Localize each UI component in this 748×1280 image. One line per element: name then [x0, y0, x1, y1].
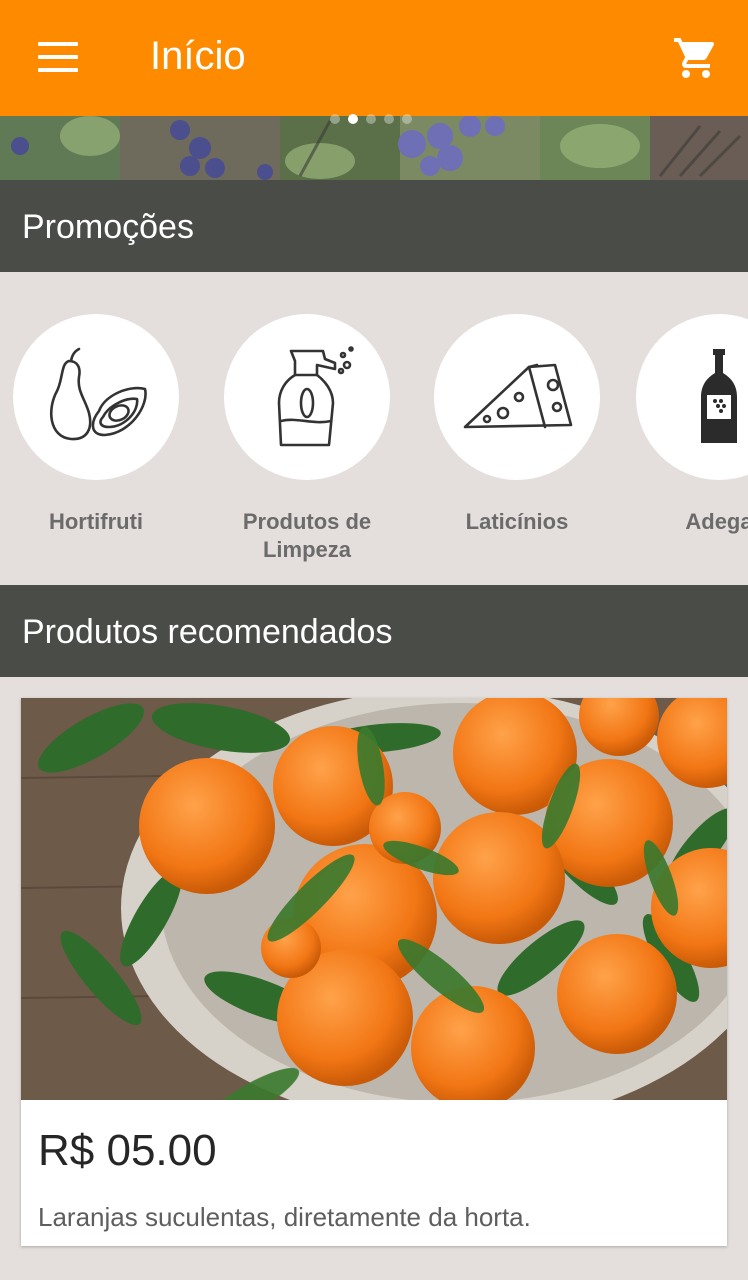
carousel-dot[interactable] [402, 114, 412, 124]
menu-icon[interactable] [38, 42, 78, 72]
product-card[interactable]: R$ 05.00 Laranjas suculentas, diretament… [21, 698, 727, 1246]
pear-avocado-icon [13, 314, 179, 480]
category-limpeza[interactable]: Produtos de Limpeza [224, 314, 390, 564]
category-adega[interactable]: Adega [636, 314, 748, 536]
product-price: R$ 05.00 [38, 1126, 217, 1175]
app-bar: Início [0, 0, 748, 116]
category-label: Laticínios [465, 509, 569, 534]
shopping-cart-icon[interactable] [670, 34, 722, 82]
category-label: Produtos de Limpeza [242, 509, 372, 562]
carousel-dot[interactable] [366, 114, 376, 124]
carousel-dot[interactable] [384, 114, 394, 124]
category-label: Hortifruti [48, 509, 144, 534]
carousel-dot[interactable] [330, 114, 340, 124]
page-title: Início [150, 34, 246, 78]
cheese-icon [434, 314, 600, 480]
wine-bottle-icon [636, 314, 748, 480]
promo-banner[interactable] [0, 116, 748, 180]
carousel-dot-active[interactable] [348, 114, 358, 124]
recommended-title: Produtos recomendados [22, 613, 393, 651]
promotions-header: Promoções [0, 180, 748, 272]
category-laticinios[interactable]: Laticínios [434, 314, 600, 536]
category-label: Adega [685, 509, 748, 534]
spray-bottle-icon [224, 314, 390, 480]
category-list[interactable]: Hortifruti Produtos de Limpeza Laticínio… [0, 272, 748, 584]
category-hortifruti[interactable]: Hortifruti [13, 314, 179, 536]
product-description: Laranjas suculentas, diretamente da hort… [38, 1202, 531, 1232]
oranges-basket-photo [21, 698, 727, 1100]
recommended-header: Produtos recomendados [0, 585, 748, 677]
carousel-indicator [330, 114, 412, 124]
promotions-title: Promoções [22, 208, 194, 246]
